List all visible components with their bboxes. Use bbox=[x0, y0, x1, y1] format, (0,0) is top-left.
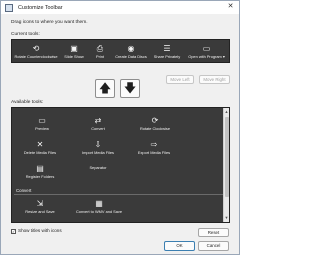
rotate-counterclockwise-icon: ⟲ bbox=[32, 44, 40, 53]
tool-label: Rotate Counterclockwise bbox=[14, 54, 58, 59]
tool-label: Rotate Clockwise bbox=[139, 126, 171, 131]
tool-label: Resize and Save bbox=[25, 209, 55, 214]
export-icon: ⇨ bbox=[150, 140, 158, 149]
app-icon bbox=[5, 3, 13, 12]
available-tool-register-folders[interactable]: ▤ Register Folders bbox=[18, 164, 62, 180]
scroll-thumb[interactable] bbox=[225, 117, 229, 197]
current-tool-open-with-program[interactable]: ▭ Open with Program ▾ bbox=[184, 44, 229, 60]
available-tools-label: Available tools: bbox=[11, 100, 44, 105]
available-tool-import-media-files[interactable]: ⇩ Import Media Files bbox=[74, 140, 122, 156]
rotate-clockwise-icon: ⟳ bbox=[151, 116, 159, 125]
tool-label: Convert to WMV and Save bbox=[75, 209, 123, 214]
show-titles-label: Show titles with icons bbox=[18, 228, 62, 233]
current-tool-share-privately[interactable]: ☰ Share Privately bbox=[150, 44, 184, 60]
share-icon: ☰ bbox=[163, 44, 171, 53]
close-button[interactable]: ✕ bbox=[226, 3, 235, 11]
checkmark-icon: ✓ bbox=[12, 229, 16, 234]
disc-icon: ◉ bbox=[127, 44, 135, 53]
move-left-button[interactable]: Move Left bbox=[166, 75, 194, 84]
customize-toolbar-dialog: Customize Toolbar ✕ Drag icons to where … bbox=[0, 0, 240, 255]
available-tools-scrollbar[interactable]: ▲ ▼ bbox=[223, 108, 229, 222]
import-icon: ⇩ bbox=[94, 140, 102, 149]
current-tool-slide-show[interactable]: ▣ Slide Show bbox=[60, 44, 88, 60]
tool-label: Create Data Discs bbox=[115, 54, 147, 59]
available-tools-panel: ▭ Preview ⇄ Convert ⟳ Rotate Clockwise ✕… bbox=[11, 107, 230, 223]
preview-icon: ▭ bbox=[38, 116, 46, 125]
convert-wmv-icon: ▦ bbox=[95, 199, 103, 208]
available-tool-resize-and-save[interactable]: ⇲ Resize and Save bbox=[18, 199, 62, 215]
convert-group-label: Convert bbox=[16, 188, 32, 193]
available-tool-convert-to-wmv[interactable]: ▦ Convert to WMV and Save bbox=[70, 199, 128, 215]
available-tool-convert[interactable]: ⇄ Convert bbox=[78, 116, 118, 132]
available-tool-delete-media-files[interactable]: ✕ Delete Media Files bbox=[16, 140, 64, 156]
tool-label: Print bbox=[96, 54, 104, 59]
tool-label: Delete Media Files bbox=[23, 150, 57, 155]
cancel-button[interactable]: Cancel bbox=[198, 241, 229, 251]
resize-save-icon: ⇲ bbox=[36, 199, 44, 208]
reset-button[interactable]: Reset bbox=[198, 228, 229, 237]
tool-label: Preview bbox=[35, 126, 49, 131]
available-tool-preview[interactable]: ▭ Preview bbox=[22, 116, 62, 132]
convert-icon: ⇄ bbox=[94, 116, 102, 125]
tool-label: Import Media Files bbox=[82, 150, 114, 155]
move-down-button[interactable]: 🡇 bbox=[120, 79, 140, 98]
scroll-up-icon[interactable]: ▲ bbox=[224, 109, 229, 115]
instructions-text: Drag icons to where you want them. bbox=[11, 20, 88, 25]
open-with-icon: ▭ bbox=[202, 44, 211, 53]
available-tool-export-media-files[interactable]: ⇨ Export Media Files bbox=[130, 140, 178, 156]
show-titles-checkbox[interactable]: ✓ bbox=[11, 229, 16, 234]
scroll-down-icon[interactable]: ▼ bbox=[224, 215, 229, 221]
ok-button[interactable]: OK bbox=[164, 241, 195, 251]
move-up-button[interactable]: 🡅 bbox=[95, 79, 115, 98]
current-tools-label: Current tools: bbox=[11, 32, 40, 37]
arrow-down-icon: 🡇 bbox=[123, 81, 137, 95]
tool-label: Separator bbox=[89, 165, 107, 170]
tool-label: Share Privately bbox=[153, 54, 181, 59]
tool-label: Open with Program ▾ bbox=[188, 54, 225, 59]
current-tool-print[interactable]: ⎙ Print bbox=[90, 44, 110, 60]
tool-label: Register Folders bbox=[25, 174, 55, 179]
current-tool-create-data-discs[interactable]: ◉ Create Data Discs bbox=[112, 44, 150, 60]
arrow-up-icon: 🡅 bbox=[98, 81, 112, 95]
tool-label: Export Media Files bbox=[137, 150, 171, 155]
title-bar: Customize Toolbar ✕ bbox=[1, 1, 239, 14]
print-icon: ⎙ bbox=[96, 44, 104, 53]
current-tools-panel: ⟲ Rotate Counterclockwise ▣ Slide Show ⎙… bbox=[11, 39, 230, 63]
delete-icon: ✕ bbox=[36, 140, 44, 149]
tool-label: Convert bbox=[91, 126, 105, 131]
move-right-button[interactable]: Move Right bbox=[199, 75, 230, 84]
register-folders-icon: ▤ bbox=[36, 164, 44, 173]
slideshow-icon: ▣ bbox=[70, 44, 78, 53]
group-divider bbox=[14, 194, 227, 195]
tool-label: Slide Show bbox=[64, 54, 84, 59]
current-tool-rotate-counterclockwise[interactable]: ⟲ Rotate Counterclockwise bbox=[14, 44, 58, 60]
window-title: Customize Toolbar bbox=[18, 4, 63, 11]
available-tool-rotate-clockwise[interactable]: ⟳ Rotate Clockwise bbox=[132, 116, 178, 132]
available-tool-separator[interactable]: Separator bbox=[78, 164, 118, 171]
